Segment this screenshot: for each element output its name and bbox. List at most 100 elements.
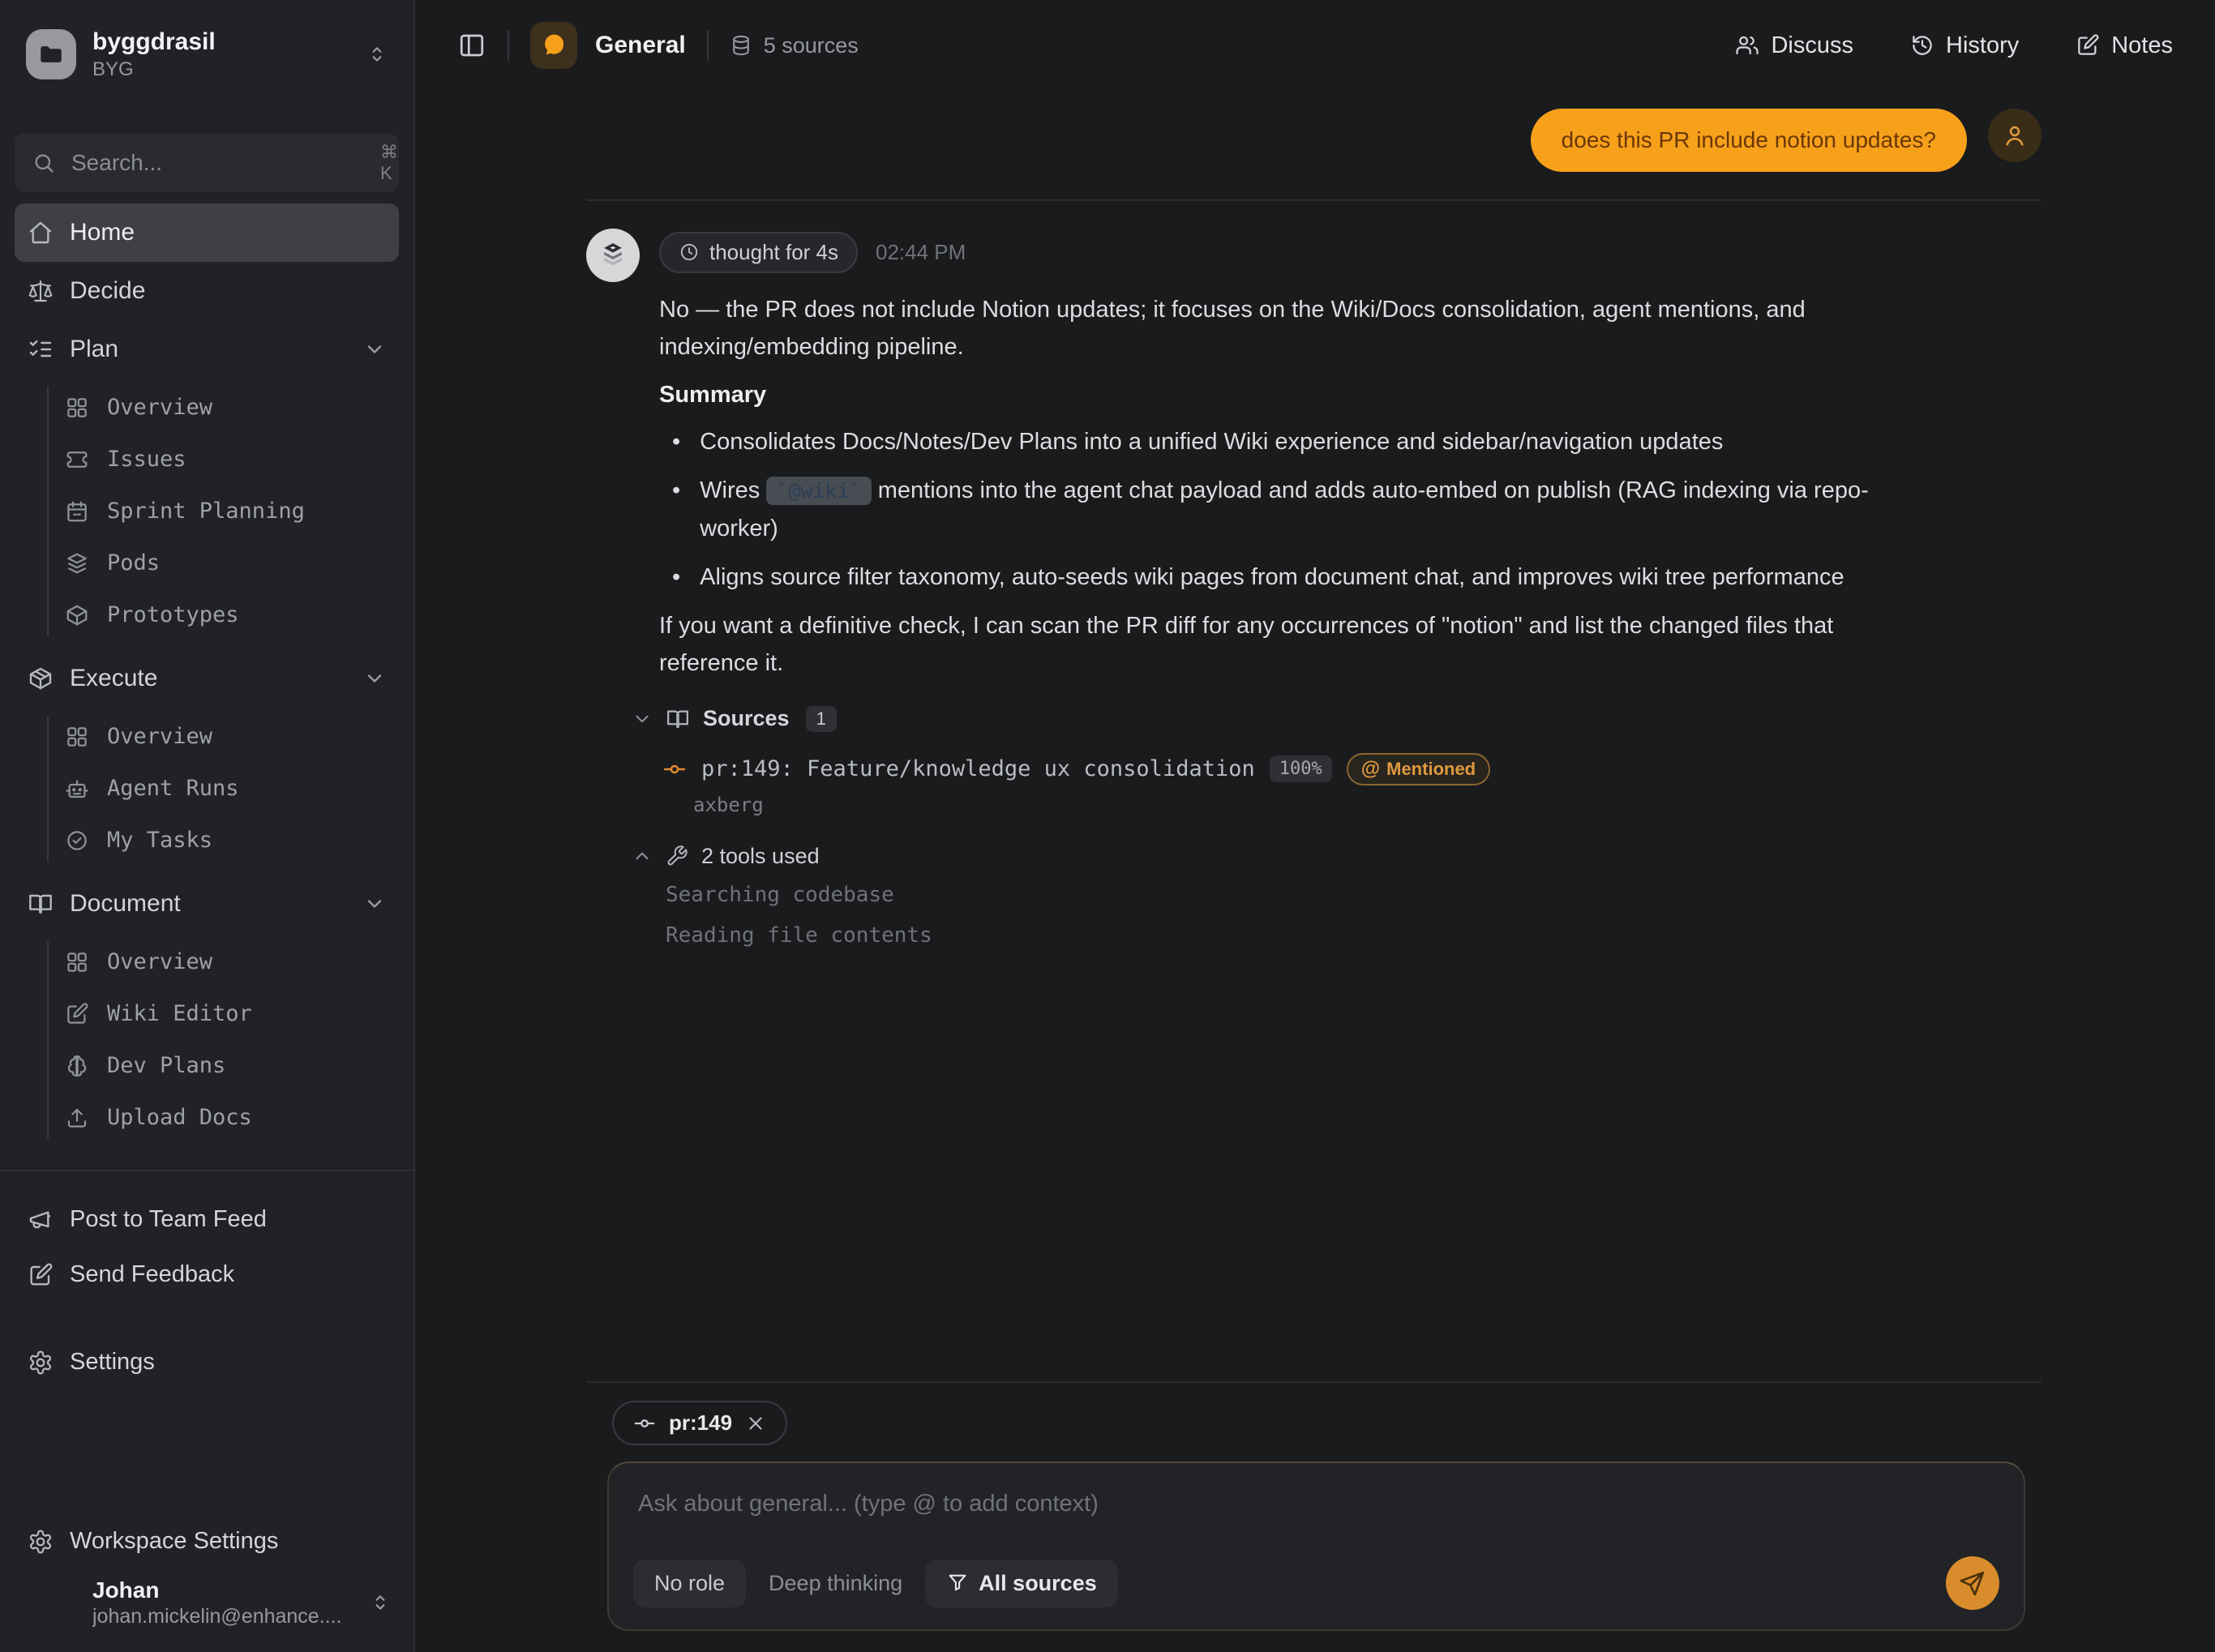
- sidebar-group-execute[interactable]: Execute: [15, 649, 399, 708]
- message-divider: [586, 199, 2041, 201]
- execute-subnav: Overview Agent Runs My Tasks: [15, 711, 399, 867]
- sidebar-item-agent-runs[interactable]: Agent Runs: [65, 763, 399, 815]
- no-role-button[interactable]: No role: [633, 1560, 746, 1607]
- gear-icon: [28, 1350, 54, 1376]
- thought-duration-pill[interactable]: thought for 4s: [659, 232, 858, 273]
- sources-toggle[interactable]: Sources 1: [632, 706, 1875, 732]
- chat-bubble-icon: [530, 22, 577, 69]
- sidebar-item-sprint-planning[interactable]: Sprint Planning: [65, 486, 399, 537]
- channel-header[interactable]: General: [530, 22, 686, 69]
- list-item: Consolidates Docs/Notes/Dev Plans into a…: [659, 423, 1875, 460]
- user-menu[interactable]: Johan johan.mickelin@enhance....: [15, 1569, 399, 1629]
- discuss-button[interactable]: Discuss: [1735, 32, 1853, 59]
- search-box[interactable]: ⌘ K: [15, 134, 399, 192]
- sidebar-item-label: Overview: [107, 949, 212, 974]
- divider: [707, 30, 709, 61]
- send-button[interactable]: [1946, 1556, 1999, 1610]
- workspace-switcher[interactable]: byggdrasil BYG: [15, 23, 399, 87]
- all-sources-button[interactable]: All sources: [925, 1560, 1118, 1607]
- deep-thinking-button[interactable]: Deep thinking: [760, 1560, 910, 1607]
- divider: [508, 30, 509, 61]
- history-button[interactable]: History: [1910, 32, 2019, 59]
- search-icon: [32, 152, 55, 174]
- sidebar-item-label: Sprint Planning: [107, 499, 305, 524]
- summary-heading: Summary: [659, 382, 1875, 409]
- sidebar-item-wiki-editor[interactable]: Wiki Editor: [65, 988, 399, 1040]
- tools-toggle[interactable]: 2 tools used: [632, 844, 1875, 869]
- check-circle-icon: [65, 828, 89, 853]
- context-chip-label: pr:149: [669, 1410, 732, 1436]
- sidebar-item-label: Document: [70, 890, 181, 918]
- book-open-icon: [666, 707, 690, 731]
- sidebar-item-home[interactable]: Home: [15, 203, 399, 262]
- assistant-message-header: thought for 4s 02:44 PM: [659, 232, 1875, 273]
- sidebar-item-decide[interactable]: Decide: [15, 262, 399, 320]
- brain-icon: [65, 1054, 89, 1078]
- sidebar-group-plan[interactable]: Plan: [15, 320, 399, 379]
- sidebar-item-execute-overview[interactable]: Overview: [65, 711, 399, 763]
- message-input[interactable]: [633, 1484, 1999, 1524]
- search-shortcut: ⌘ K: [380, 142, 400, 184]
- sidebar-group-document[interactable]: Document: [15, 875, 399, 933]
- chat-area: does this PR include notion updates? tho…: [415, 91, 2215, 1652]
- panel-left-icon: [457, 31, 486, 60]
- history-label: History: [1946, 32, 2019, 59]
- user-avatar: [1988, 109, 2041, 162]
- gear-icon: [28, 1529, 54, 1555]
- sidebar-item-label: Agent Runs: [107, 776, 239, 801]
- sidebar-toggle-button[interactable]: [457, 31, 486, 60]
- workspace-folder-icon: [26, 29, 76, 79]
- composer[interactable]: No role Deep thinking All sources: [607, 1462, 2025, 1631]
- notes-button[interactable]: Notes: [2076, 32, 2173, 59]
- inline-code-wiki-mention: `@wiki`: [766, 477, 871, 505]
- sidebar-item-label: Pods: [107, 550, 160, 576]
- sidebar-item-pods[interactable]: Pods: [65, 537, 399, 589]
- composer-region: pr:149 No role Deep thinking All sources: [586, 1381, 2041, 1652]
- scale-icon: [28, 278, 54, 304]
- grid-icon: [65, 396, 89, 420]
- workspace-settings-label: Workspace Settings: [70, 1528, 278, 1555]
- calendar-icon: [65, 499, 89, 524]
- sidebar-item-plan-overview[interactable]: Overview: [65, 382, 399, 434]
- chevrons-up-down-icon: [370, 1592, 391, 1613]
- sidebar-item-dev-plans[interactable]: Dev Plans: [65, 1040, 399, 1092]
- git-commit-icon: [633, 1412, 656, 1435]
- at-sign-icon: @: [1361, 758, 1380, 781]
- workspace-abbr: BYG: [92, 58, 350, 82]
- source-item[interactable]: pr:149: Feature/knowledge ux consolidati…: [662, 753, 1875, 816]
- sidebar-item-my-tasks[interactable]: My Tasks: [65, 815, 399, 867]
- close-icon[interactable]: [745, 1413, 766, 1434]
- ticket-icon: [65, 447, 89, 472]
- user-name: Johan: [92, 1576, 353, 1604]
- sources-indicator-label: 5 sources: [764, 33, 859, 58]
- workspace-settings-button[interactable]: Workspace Settings: [15, 1514, 399, 1569]
- discuss-label: Discuss: [1771, 32, 1853, 59]
- box-icon: [28, 666, 54, 691]
- topbar: General 5 sources Discuss History Notes: [415, 0, 2215, 91]
- source-score-badge: 100%: [1270, 755, 1332, 782]
- grid-icon: [65, 950, 89, 974]
- sidebar-item-prototypes[interactable]: Prototypes: [65, 589, 399, 641]
- sidebar-item-label: Issues: [107, 447, 186, 472]
- sidebar-item-label: Overview: [107, 395, 212, 420]
- sources-label: Sources: [703, 706, 790, 731]
- git-commit-icon: [662, 757, 687, 781]
- search-input[interactable]: [71, 150, 364, 176]
- sidebar-item-upload-docs[interactable]: Upload Docs: [65, 1092, 399, 1144]
- avatar: [23, 1576, 76, 1629]
- sidebar-item-document-overview[interactable]: Overview: [65, 936, 399, 988]
- settings-button[interactable]: Settings: [15, 1335, 399, 1390]
- context-chip-pr149[interactable]: pr:149: [612, 1401, 787, 1445]
- database-icon: [730, 34, 752, 57]
- sources-indicator[interactable]: 5 sources: [730, 33, 859, 58]
- notes-edit-icon: [2076, 33, 2100, 58]
- channel-name: General: [595, 32, 686, 59]
- home-icon: [28, 220, 54, 246]
- sidebar-item-issues[interactable]: Issues: [65, 434, 399, 486]
- post-to-team-feed-button[interactable]: Post to Team Feed: [15, 1192, 399, 1248]
- document-subnav: Overview Wiki Editor Dev Plans Upload Do…: [15, 936, 399, 1144]
- sidebar-item-label: Home: [70, 219, 135, 246]
- send-feedback-button[interactable]: Send Feedback: [15, 1248, 399, 1303]
- tool-call-entry: Reading file contents: [666, 921, 1875, 950]
- no-role-label: No role: [654, 1571, 725, 1596]
